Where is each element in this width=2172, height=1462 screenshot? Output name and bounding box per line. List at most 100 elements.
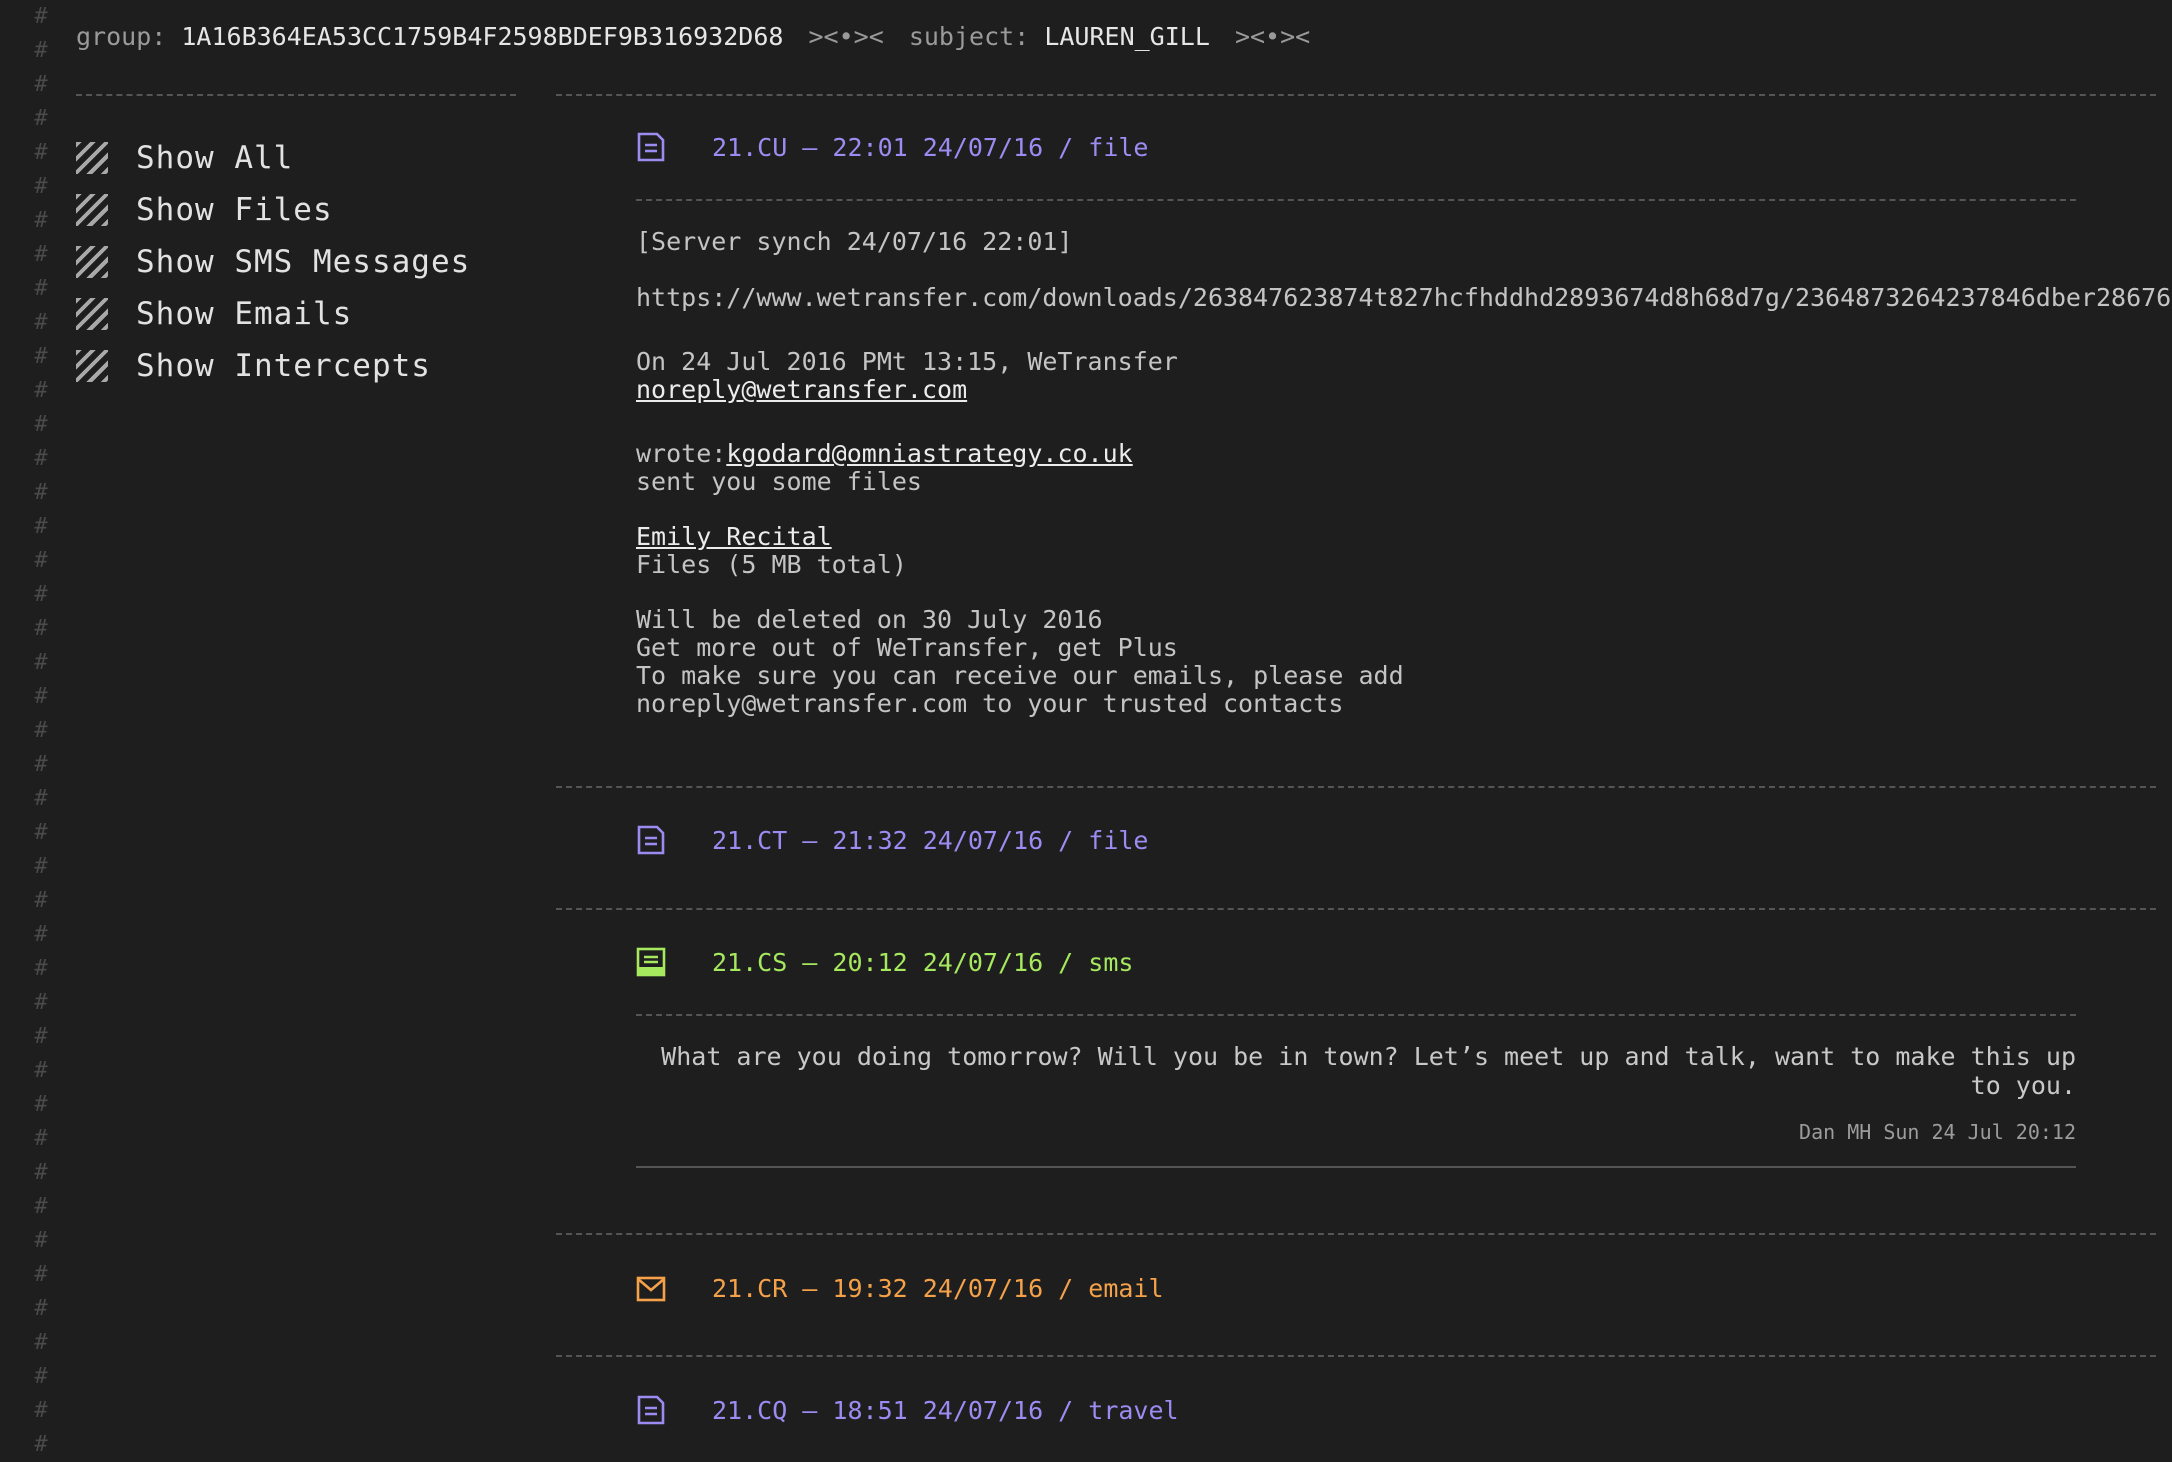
- entry-divider: [556, 1233, 2156, 1235]
- gutter-marker: #: [34, 174, 48, 199]
- gutter-marker: #: [34, 514, 48, 539]
- sender-email-link[interactable]: noreply@wetransfer.com: [636, 375, 967, 404]
- gutter-marker: #: [34, 412, 48, 437]
- entry-header-21cq[interactable]: 21.CQ – 18:51 24/07/16 / travel: [636, 1395, 1179, 1425]
- gutter-marker: #: [34, 956, 48, 981]
- wrote-prefix: wrote:: [636, 439, 727, 468]
- gutter-marker: #: [34, 854, 48, 879]
- body-line: sent you some files: [636, 467, 922, 496]
- gutter-marker: #: [34, 1160, 48, 1185]
- body-line: Get more out of WeTransfer, get Plus: [636, 633, 1178, 662]
- group-label: group:: [76, 22, 167, 51]
- gutter-marker: #: [34, 106, 48, 131]
- entry-header-21cs[interactable]: 21.CS – 20:12 24/07/16 / sms: [636, 947, 1133, 977]
- gutter-marker: #: [34, 72, 48, 97]
- body-line: Files (5 MB total): [636, 550, 907, 579]
- gutter-marker: #: [34, 922, 48, 947]
- transfer-url: https://www.wetransfer.com/downloads/263…: [636, 283, 2172, 312]
- gutter-marker: #: [34, 480, 48, 505]
- message-icon: [636, 947, 666, 977]
- gutter-marker: #: [34, 310, 48, 335]
- gutter-marker: #: [34, 820, 48, 845]
- group-value: 1A16B364EA53CC1759B4F2598BDEF9B316932D68: [181, 22, 784, 51]
- gutter-marker: #: [34, 1296, 48, 1321]
- document-icon: [637, 1395, 665, 1425]
- entry-divider: [556, 1355, 2156, 1357]
- entry-title: 21.CQ – 18:51 24/07/16 / travel: [712, 1395, 1179, 1425]
- gutter-marker: #: [34, 616, 48, 641]
- hatch-icon: [76, 142, 108, 174]
- entry-title: 21.CS – 20:12 24/07/16 / sms: [712, 947, 1134, 977]
- envelope-icon: [636, 1276, 666, 1302]
- entry-inner-divider: [636, 1014, 2076, 1016]
- gutter-marker: #: [34, 446, 48, 471]
- entry-divider: [556, 94, 2156, 96]
- gutter-marker: #: [34, 378, 48, 403]
- filter-show-emails[interactable]: Show Emails: [76, 288, 516, 340]
- sms-message: What are you doing tomorrow? Will you be…: [661, 1042, 2076, 1100]
- filter-label: Show SMS Messages: [136, 244, 471, 280]
- gutter-marker: #: [34, 1058, 48, 1083]
- filter-label: Show All: [136, 140, 294, 176]
- gutter-marker: #: [34, 1330, 48, 1355]
- document-icon: [637, 825, 665, 855]
- gutter-marker: #: [34, 1194, 48, 1219]
- body-line: To make sure you can receive our emails,…: [636, 661, 1404, 690]
- entry-title: 21.CU – 22:01 24/07/16 / file: [712, 132, 1149, 162]
- subject-value: LAUREN_GILL: [1044, 22, 1210, 51]
- entry-inner-divider: [636, 199, 2076, 201]
- filter-show-sms[interactable]: Show SMS Messages: [76, 236, 516, 288]
- gutter-marker: #: [34, 344, 48, 369]
- gutter-marker: #: [34, 208, 48, 233]
- gutter-marker: #: [34, 140, 48, 165]
- filter-label: Show Emails: [136, 296, 353, 332]
- file-title-link[interactable]: Emily Recital: [636, 522, 832, 551]
- hatch-icon: [76, 298, 108, 330]
- gutter: # # # # # # # # # # # # # # # # # # # # # # # # # # # # # # # # # # # # # # # #…: [30, 0, 52, 1462]
- entry-body-21cu: [Server synch 24/07/16 22:01] https://ww…: [636, 228, 2172, 718]
- sms-underline: [636, 1166, 2076, 1168]
- filter-label: Show Files: [136, 192, 333, 228]
- gutter-marker: #: [34, 650, 48, 675]
- gutter-marker: #: [34, 1024, 48, 1049]
- entry-header-21cr[interactable]: 21.CR – 19:32 24/07/16 / email: [636, 1273, 1164, 1303]
- filter-show-intercepts[interactable]: Show Intercepts: [76, 340, 516, 392]
- gutter-marker: #: [34, 242, 48, 267]
- gutter-marker: #: [34, 276, 48, 301]
- body-line: Will be deleted on 30 July 2016: [636, 605, 1103, 634]
- gutter-marker: #: [34, 1262, 48, 1287]
- subject-label: subject:: [908, 22, 1030, 51]
- hatch-icon: [76, 246, 108, 278]
- document-icon: [637, 132, 665, 162]
- gutter-marker: #: [34, 582, 48, 607]
- hatch-icon: [76, 194, 108, 226]
- gutter-marker: #: [34, 786, 48, 811]
- body-line: On 24 Jul 2016 PMt 13:15, WeTransfer: [636, 347, 1178, 376]
- entry-title: 21.CT – 21:32 24/07/16 / file: [712, 825, 1149, 855]
- filter-show-all[interactable]: Show All: [76, 132, 516, 184]
- gutter-marker: #: [34, 990, 48, 1015]
- gutter-marker: #: [34, 888, 48, 913]
- header-separator-end: ><•><: [1234, 22, 1311, 51]
- sms-meta: Dan MH Sun 24 Jul 20:12: [1799, 1120, 2076, 1144]
- entry-header-21cu[interactable]: 21.CU – 22:01 24/07/16 / file: [636, 132, 1149, 162]
- filter-show-files[interactable]: Show Files: [76, 184, 516, 236]
- hatch-icon: [76, 350, 108, 382]
- gutter-marker: #: [34, 1126, 48, 1151]
- gutter-marker: #: [34, 718, 48, 743]
- case-header: group: 1A16B364EA53CC1759B4F2598BDEF9B31…: [76, 22, 1320, 51]
- filter-label: Show Intercepts: [136, 348, 431, 384]
- sync-line: [Server synch 24/07/16 22:01]: [636, 227, 1073, 256]
- recipient-email-link[interactable]: kgodard@omniastrategy.co.uk: [726, 439, 1132, 468]
- gutter-marker: #: [34, 1398, 48, 1423]
- gutter-marker: #: [34, 1364, 48, 1389]
- sidebar-divider: [76, 94, 516, 96]
- filter-sidebar: Show All Show Files Show SMS Messages Sh…: [76, 132, 516, 392]
- gutter-marker: #: [34, 1228, 48, 1253]
- gutter-marker: #: [34, 1432, 48, 1457]
- header-separator: ><•><: [808, 22, 884, 51]
- entry-header-21ct[interactable]: 21.CT – 21:32 24/07/16 / file: [636, 825, 1149, 855]
- gutter-marker: #: [34, 4, 48, 29]
- gutter-marker: #: [34, 684, 48, 709]
- gutter-marker: #: [34, 38, 48, 63]
